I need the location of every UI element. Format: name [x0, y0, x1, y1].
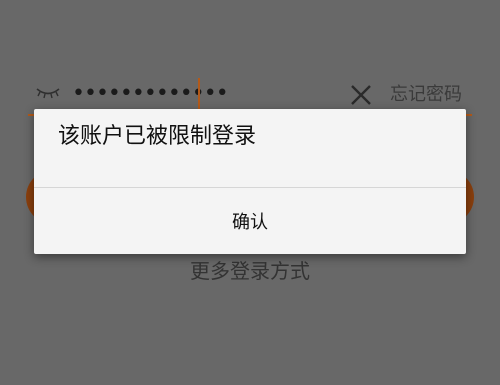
dialog-message: 该账户已被限制登录	[58, 124, 257, 149]
alert-dialog: 该账户已被限制登录 确认	[34, 109, 466, 254]
more-login-options-link[interactable]: 更多登录方式	[0, 257, 500, 285]
confirm-button[interactable]: 确认	[34, 188, 466, 254]
forgot-password-link[interactable]: 忘记密码	[390, 82, 462, 108]
login-screen: ••••••••••••• 忘记密码 更多登录方式 该账户已被限制登录 确认	[0, 0, 500, 385]
text-cursor	[198, 78, 200, 110]
close-icon[interactable]	[350, 84, 372, 106]
password-input[interactable]: •••••••••••••	[72, 78, 229, 110]
closed-eye-icon[interactable]	[36, 86, 60, 100]
